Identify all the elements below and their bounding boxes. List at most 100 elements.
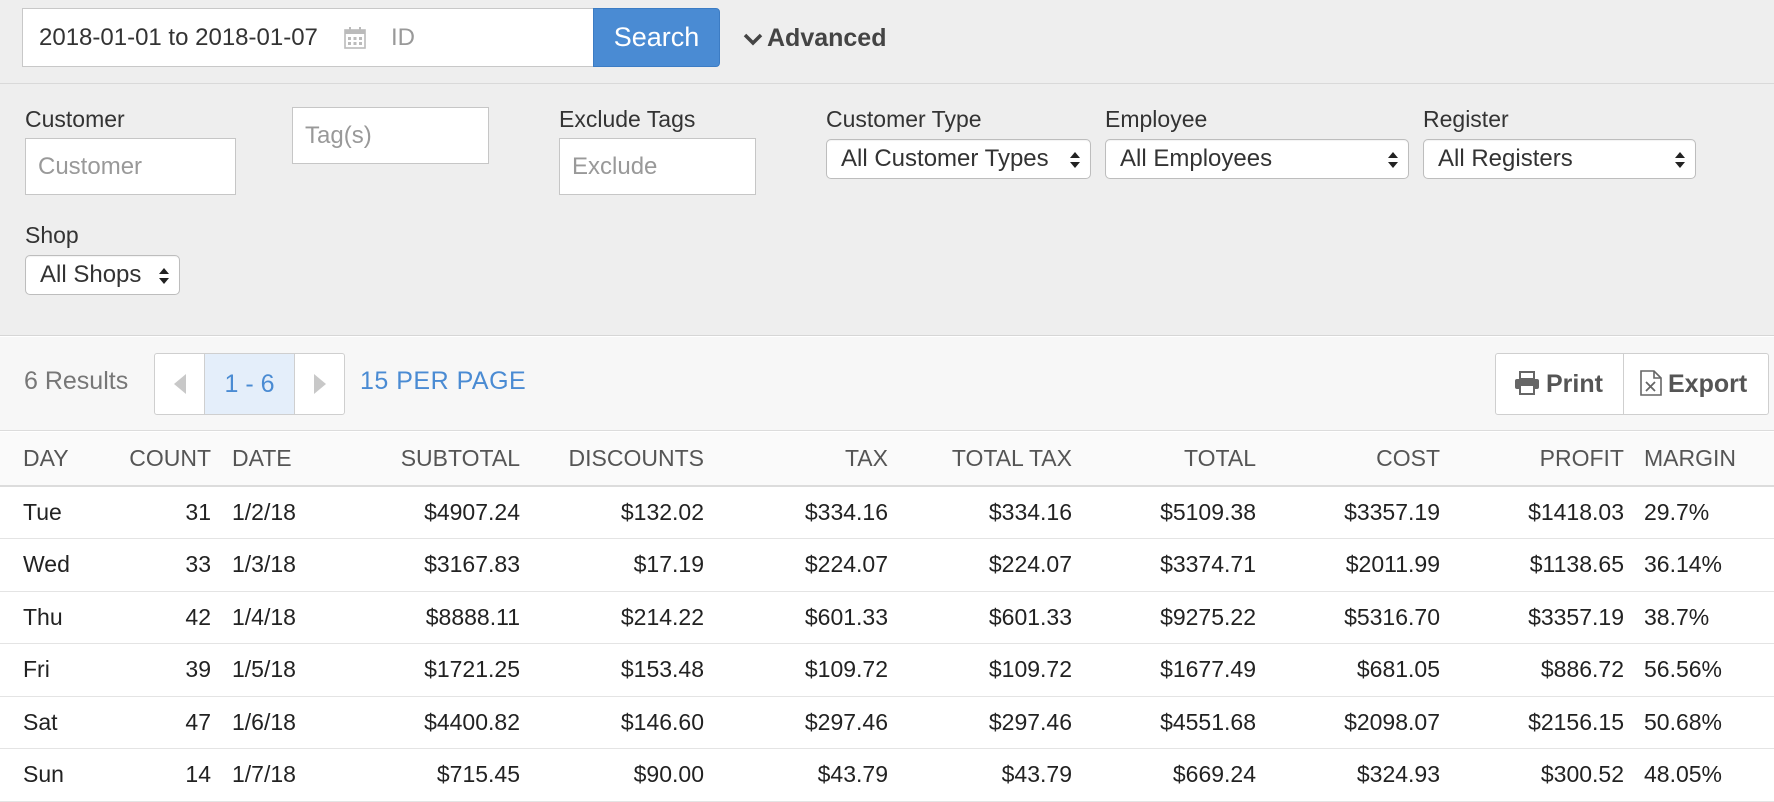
cell-tax: $297.46 <box>704 696 888 749</box>
register-label: Register <box>1423 106 1509 132</box>
shop-label: Shop <box>25 222 79 248</box>
cell-profit: $886.72 <box>1440 643 1624 697</box>
advanced-toggle[interactable]: Advanced <box>742 20 886 56</box>
cell-tax: $601.33 <box>704 591 888 644</box>
cell-date: 1/6/18 <box>211 696 299 749</box>
table-row[interactable]: Sun 14 1/7/18 $715.45 $90.00 $43.79 $43.79 $669… <box>0 748 1774 802</box>
search-bar: 2018-01-01 to 2018-01-07 ID Search Advan… <box>0 0 1774 84</box>
register-select[interactable]: All Registers <box>1423 139 1696 179</box>
cell-subtotal: $3167.83 <box>299 538 520 592</box>
column-header-count[interactable]: COUNT <box>112 432 211 487</box>
cell-profit: $1138.65 <box>1440 538 1624 592</box>
column-header-discounts[interactable]: DISCOUNTS <box>520 432 704 487</box>
column-header-profit[interactable]: PROFIT <box>1440 432 1624 487</box>
chevron-down-icon <box>743 34 763 46</box>
cell-total-tax: $297.46 <box>888 696 1072 749</box>
cell-cost: $324.93 <box>1256 748 1440 802</box>
advanced-filters-panel: Customer Customer Tag(s) Exclude Tags Ex… <box>0 84 1774 336</box>
table-row[interactable]: Thu 42 1/4/18 $8888.11 $214.22 $601.33 $601.33… <box>0 591 1774 644</box>
cell-cost: $2098.07 <box>1256 696 1440 749</box>
cell-subtotal: $715.45 <box>299 748 520 802</box>
cell-total: $669.24 <box>1072 748 1256 802</box>
cell-subtotal: $1721.25 <box>299 643 520 697</box>
customer-type-select[interactable]: All Customer Types <box>826 139 1091 179</box>
advanced-label: Advanced <box>767 24 887 52</box>
employee-value: All Employees <box>1120 145 1273 172</box>
id-input[interactable]: ID <box>377 8 594 67</box>
cell-profit: $3357.19 <box>1440 591 1624 644</box>
table-row[interactable]: Tue 31 1/2/18 $4907.24 $132.02 $334.16 $334.16… <box>0 486 1774 539</box>
customer-input[interactable]: Customer <box>25 138 236 195</box>
column-header-margin[interactable]: MARGIN <box>1624 432 1774 487</box>
cell-count: 33 <box>112 538 211 592</box>
cell-profit: $300.52 <box>1440 748 1624 802</box>
per-page-selector[interactable]: 15 PER PAGE <box>360 367 526 396</box>
chevron-left-icon <box>174 374 186 394</box>
cell-discounts: $214.22 <box>520 591 704 644</box>
id-placeholder: ID <box>391 24 415 51</box>
cell-tax: $224.07 <box>704 538 888 592</box>
cell-count: 47 <box>112 696 211 749</box>
column-header-tax[interactable]: TAX <box>704 432 888 487</box>
cell-date: 1/5/18 <box>211 643 299 697</box>
export-button[interactable]: Export <box>1624 354 1768 414</box>
cell-margin: 38.7% <box>1624 591 1774 644</box>
customer-type-label: Customer Type <box>826 106 982 132</box>
exclude-tags-input[interactable]: Exclude <box>559 138 756 195</box>
cell-tax: $109.72 <box>704 643 888 697</box>
print-button[interactable]: Print <box>1496 354 1624 414</box>
shop-select[interactable]: All Shops <box>25 255 180 295</box>
column-header-subtotal[interactable]: SUBTOTAL <box>299 432 520 487</box>
column-header-total[interactable]: TOTAL <box>1072 432 1256 487</box>
cell-day: Fri <box>0 643 112 697</box>
calendar-icon[interactable] <box>343 26 367 50</box>
cell-profit: $2156.15 <box>1440 696 1624 749</box>
cell-total-tax: $43.79 <box>888 748 1072 802</box>
date-range-input[interactable]: 2018-01-01 to 2018-01-07 <box>22 8 378 67</box>
column-header-date[interactable]: DATE <box>211 432 299 487</box>
cell-date: 1/7/18 <box>211 748 299 802</box>
cell-total: $3374.71 <box>1072 538 1256 592</box>
column-header-total-tax[interactable]: TOTAL TAX <box>888 432 1072 487</box>
next-page-button[interactable] <box>294 354 344 414</box>
cell-day: Sat <box>0 696 112 749</box>
cell-tax: $43.79 <box>704 748 888 802</box>
table-row[interactable]: Wed 33 1/3/18 $3167.83 $17.19 $224.07 $224.07 $… <box>0 538 1774 592</box>
cell-day: Thu <box>0 591 112 644</box>
cell-subtotal: $8888.11 <box>299 591 520 644</box>
cell-day: Sun <box>0 748 112 802</box>
cell-cost: $2011.99 <box>1256 538 1440 592</box>
results-count: 6 Results <box>24 367 129 395</box>
select-arrows-icon <box>1675 152 1685 168</box>
print-label: Print <box>1546 370 1603 398</box>
column-header-cost[interactable]: COST <box>1256 432 1440 487</box>
cell-count: 39 <box>112 643 211 697</box>
table-row[interactable]: Sat 47 1/6/18 $4400.82 $146.60 $297.46 $297.46… <box>0 696 1774 749</box>
cell-total: $5109.38 <box>1072 486 1256 539</box>
cell-count: 42 <box>112 591 211 644</box>
cell-total: $9275.22 <box>1072 591 1256 644</box>
cell-cost: $5316.70 <box>1256 591 1440 644</box>
cell-cost: $681.05 <box>1256 643 1440 697</box>
tags-input[interactable]: Tag(s) <box>292 107 489 164</box>
printer-icon <box>1515 371 1539 396</box>
cell-subtotal: $4400.82 <box>299 696 520 749</box>
prev-page-button[interactable] <box>155 354 205 414</box>
cell-margin: 36.14% <box>1624 538 1774 592</box>
page-range[interactable]: 1 - 6 <box>205 354 294 414</box>
column-header-day[interactable]: DAY <box>0 432 112 487</box>
cell-count: 31 <box>112 486 211 539</box>
table-row[interactable]: Fri 39 1/5/18 $1721.25 $153.48 $109.72 $109.72… <box>0 643 1774 697</box>
exclude-tags-label: Exclude Tags <box>559 106 696 132</box>
table-body: Tue 31 1/2/18 $4907.24 $132.02 $334.16 $334.16… <box>0 486 1774 802</box>
cell-discounts: $146.60 <box>520 696 704 749</box>
cell-margin: 50.68% <box>1624 696 1774 749</box>
chevron-right-icon <box>314 374 326 394</box>
employee-select[interactable]: All Employees <box>1105 139 1409 179</box>
cell-profit: $1418.03 <box>1440 486 1624 539</box>
cell-total-tax: $334.16 <box>888 486 1072 539</box>
search-button[interactable]: Search <box>593 8 720 67</box>
cell-total: $1677.49 <box>1072 643 1256 697</box>
select-arrows-icon <box>159 268 169 284</box>
cell-margin: 29.7% <box>1624 486 1774 539</box>
